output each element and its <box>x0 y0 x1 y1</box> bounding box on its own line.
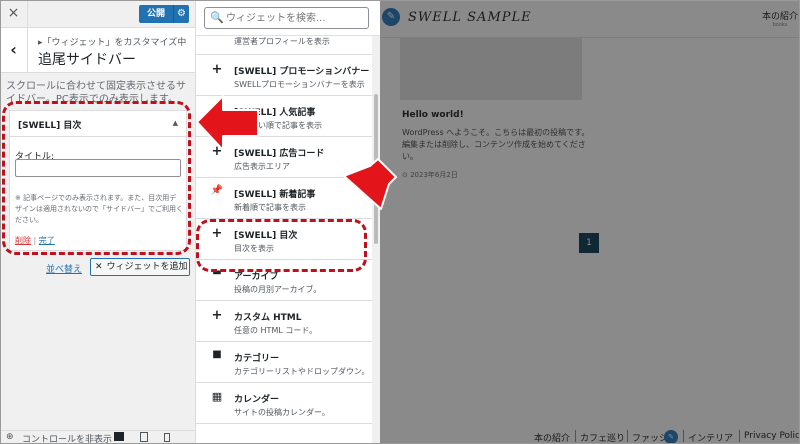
search-box: 🔍 <box>204 7 369 29</box>
widget-item-desc: 新着順で記事を表示 <box>234 203 306 212</box>
add-widget-button[interactable]: ✕ ウィジェットを追加 <box>90 258 190 276</box>
pin-icon: 📌 <box>210 185 224 196</box>
widget-item-desc: SWELLプロモーションバナーを表示 <box>234 80 365 89</box>
gear-icon[interactable]: ⚙ <box>173 5 189 23</box>
search-icon: 🔍 <box>210 11 224 24</box>
pagination-current[interactable]: 1 <box>579 233 599 253</box>
footer-divider <box>683 430 684 442</box>
widget-item-name: [SWELL] 新着記事 <box>234 190 316 200</box>
widget-item-name: カテゴリー <box>234 354 280 364</box>
footer-link[interactable]: ファッシ <box>632 431 668 444</box>
publish-button[interactable]: 公開 <box>139 5 173 23</box>
desktop-preview-icon[interactable] <box>114 432 124 441</box>
list-item[interactable]: + [SWELL] 広告コード 広告表示エリア <box>196 137 372 178</box>
highlight-toc-widget <box>196 219 367 272</box>
footer-link[interactable]: 本の紹介 <box>534 431 570 444</box>
widget-item-desc: サイトの投稿カレンダー。 <box>234 408 330 417</box>
breadcrumb: ▸「ウィジェット」をカスタマイズ中 <box>38 38 187 48</box>
plus-icon: + <box>211 103 223 118</box>
widget-item-desc: 広告表示エリア <box>234 162 290 171</box>
nav-item-books[interactable]: 本の紹介 books <box>762 9 798 28</box>
plus-icon: + <box>211 144 223 159</box>
post-thumbnail[interactable] <box>400 38 582 100</box>
list-item[interactable]: + [SWELL] プロモーションバナー SWELLプロモーションバナーを表示 <box>196 55 372 96</box>
footer-divider <box>627 430 628 442</box>
list-item[interactable]: ▦ カレンダー サイトの投稿カレンダー。 <box>196 383 372 424</box>
tablet-preview-icon[interactable] <box>140 432 148 442</box>
nav-item-label: 本の紹介 <box>761 12 798 22</box>
nav-item-sublabel: books <box>772 22 788 28</box>
site-title[interactable]: SWELL SAMPLE <box>408 10 532 25</box>
search-input[interactable] <box>226 11 366 26</box>
customizer-footer: ⊕ コントロールを非表示 <box>0 430 195 444</box>
close-icon: ✕ <box>95 262 103 272</box>
widget-item-name: [SWELL] 人気記事 <box>234 108 316 118</box>
list-item[interactable]: ■ カテゴリー カテゴリーリストやドロップダウン。 <box>196 342 372 383</box>
hide-controls-icon[interactable]: ⊕ <box>6 432 14 442</box>
widget-item-name: カレンダー <box>234 395 280 405</box>
widget-item-desc: 任意の HTML コード。 <box>234 326 318 335</box>
widget-item-desc: カテゴリーリストやドロップダウン。 <box>234 367 370 376</box>
post-date: ⊙ 2023年6月2日 <box>402 171 458 179</box>
section-header: ‹ ▸「ウィジェット」をカスタマイズ中 追尾サイドバー <box>0 28 195 73</box>
back-button[interactable]: ‹ <box>0 28 28 73</box>
scrollbar-thumb[interactable] <box>374 94 378 244</box>
site-header: ✎ SWELL SAMPLE 本の紹介 books <box>380 0 800 38</box>
highlight-widget-form <box>2 101 191 255</box>
mobile-preview-icon[interactable] <box>164 433 170 442</box>
reorder-link[interactable]: 並べ替え <box>46 262 82 275</box>
footer-divider <box>575 430 576 442</box>
list-item[interactable]: 運営者プロフィールを表示 <box>196 36 372 55</box>
footer-link[interactable]: インテリア <box>688 431 733 444</box>
folder-icon: ■ <box>212 349 222 360</box>
footer-nav: 本の紹介 カフェ巡り ファッシ ✎ インテリア Privacy Policy <box>380 430 800 444</box>
list-item[interactable]: 📌 [SWELL] 新着記事 新着順で記事を表示 <box>196 178 372 219</box>
panel-title: 追尾サイドバー <box>38 52 136 68</box>
widget-item-name: [SWELL] 広告コード <box>234 149 325 159</box>
widget-item-desc: 人気順い順で記事を表示 <box>234 121 322 130</box>
calendar-icon: ▦ <box>211 390 223 403</box>
plus-icon: + <box>211 62 223 77</box>
widget-item-name: カスタム HTML <box>234 313 302 323</box>
close-icon[interactable]: × <box>0 0 28 28</box>
picker-scrollbar[interactable] <box>372 36 380 444</box>
site-preview: ✎ SWELL SAMPLE 本の紹介 books Hello world! W… <box>380 0 800 444</box>
list-item[interactable]: + カスタム HTML 任意の HTML コード。 <box>196 301 372 342</box>
list-item[interactable]: + [SWELL] 人気記事 人気順い順で記事を表示 <box>196 96 372 137</box>
add-widget-label: ウィジェットを追加 <box>106 262 188 272</box>
footer-link[interactable]: カフェ巡り <box>580 431 625 444</box>
widget-item-desc: 運営者プロフィールを表示 <box>234 37 330 46</box>
widget-item-name: [SWELL] プロモーションバナー <box>234 67 370 77</box>
customizer-topbar: × 公開 ⚙ <box>0 0 195 28</box>
widget-item-desc: 投稿の月別アーカイブ。 <box>234 285 322 294</box>
post-title[interactable]: Hello world! <box>402 110 464 120</box>
hide-controls-button[interactable]: コントロールを非表示 <box>22 432 112 444</box>
edit-shortcut-icon[interactable]: ✎ <box>664 430 678 444</box>
edit-shortcut-icon[interactable]: ✎ <box>382 8 400 26</box>
plus-icon: + <box>211 308 223 323</box>
footer-divider <box>739 430 740 442</box>
widget-search-bar: 🔍 <box>196 0 380 36</box>
footer-link[interactable]: Privacy Policy <box>744 431 800 441</box>
post-excerpt: WordPress へようこそ。こちらは最初の投稿です。編集または削除し、コンテ… <box>402 128 590 161</box>
